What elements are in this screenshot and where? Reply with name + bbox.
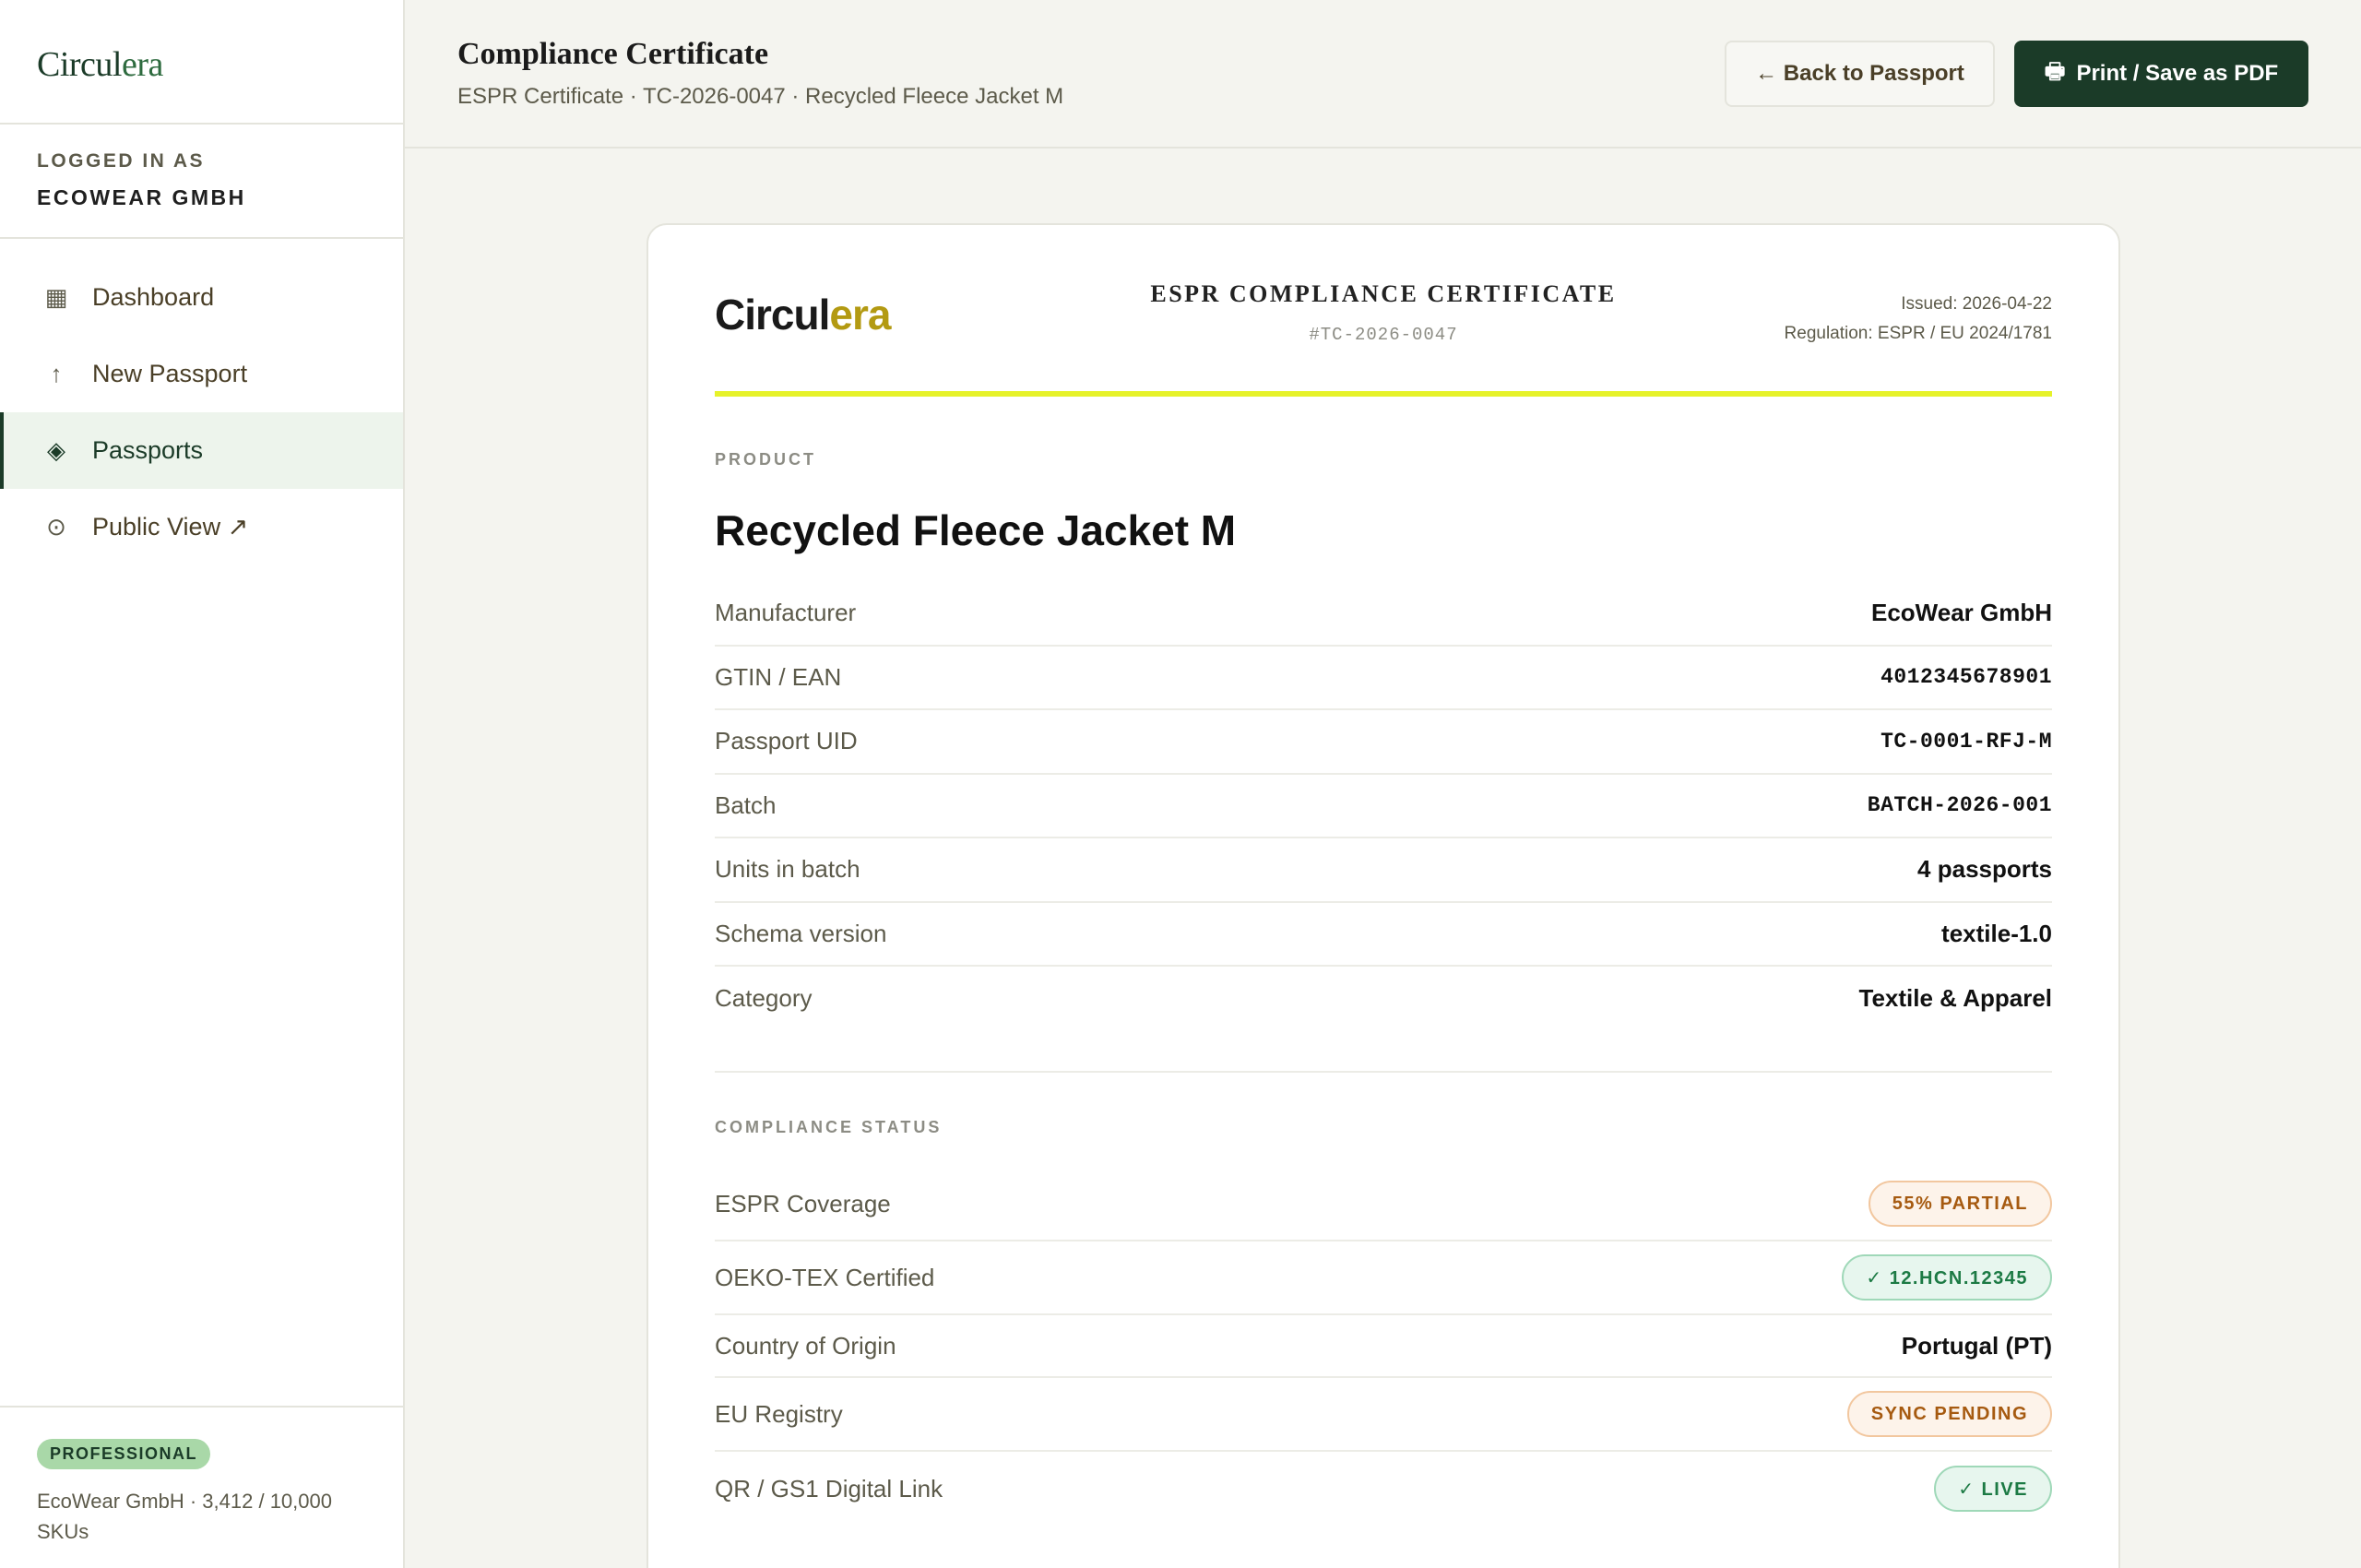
breadcrumb: ESPR Certificate · TC-2026-0047 · Recycl… — [457, 84, 1064, 109]
account-info: LOGGED IN AS ECOWEAR GMBH — [0, 125, 403, 239]
status-label: OEKO-TEX Certified — [715, 1263, 935, 1291]
logged-in-label: LOGGED IN AS — [37, 150, 206, 172]
grid-icon: ▦ — [44, 283, 68, 311]
sidebar-item-public-view[interactable]: ⊙ Public View ↗ — [0, 489, 403, 565]
status-badge: ✓ LIVE — [1934, 1466, 2052, 1512]
page-title: Compliance Certificate — [457, 37, 769, 71]
plan-info: PROFESSIONAL EcoWear GmbH · 3,412 / 10,0… — [0, 1406, 403, 1568]
usage-text: EcoWear GmbH · 3,412 / 10,000 SKUs — [37, 1490, 332, 1543]
issued-date: Issued: 2026-04-22 — [1901, 294, 2052, 314]
field-label: Schema version — [715, 919, 887, 947]
status-badge: SYNC PENDING — [1846, 1391, 2052, 1437]
field-label: Passport UID — [715, 727, 858, 755]
status-value: Portugal (PT) — [1901, 1331, 2052, 1360]
field-label: Batch — [715, 790, 777, 819]
brand-bar: Circulera — [0, 0, 403, 125]
table-row: QR / GS1 Digital Link ✓ LIVE — [715, 1452, 2052, 1526]
arrow-up-icon: ↑ — [50, 360, 63, 387]
table-row: GTIN / EAN 4012345678901 — [715, 647, 2052, 710]
status-label: EU Registry — [715, 1399, 843, 1428]
compliance-section-label: COMPLIANCE STATUS — [715, 1118, 943, 1136]
logo-text-suffix: era — [121, 45, 163, 84]
diamond-icon: ◈ — [47, 436, 65, 464]
table-row: Country of Origin Portugal (PT) — [715, 1315, 2052, 1378]
field-value: TC-0001-RFJ-M — [1880, 729, 2052, 754]
logo-text-prefix: Circul — [37, 45, 122, 84]
sidebar-item-passports[interactable]: ◈ Passports — [0, 412, 403, 489]
table-row: Passport UID TC-0001-RFJ-M — [715, 710, 2052, 775]
status-label: Country of Origin — [715, 1331, 896, 1360]
status-label: ESPR Coverage — [715, 1189, 891, 1218]
header-rule — [715, 391, 2052, 397]
certificate-card: Circulera ESPR COMPLIANCE CERTIFICATE #T… — [647, 223, 2120, 1568]
field-value: textile-1.0 — [1941, 919, 2052, 947]
plan-badge: PROFESSIONAL — [37, 1439, 211, 1469]
product-name: Recycled Fleece Jacket M — [715, 506, 1237, 554]
status-label: QR / GS1 Digital Link — [715, 1474, 943, 1503]
table-row: Batch BATCH-2026-001 — [715, 775, 2052, 838]
table-row: ESPR Coverage 55% PARTIAL — [715, 1168, 2052, 1241]
sidebar-item-new-passport[interactable]: ↑ New Passport — [0, 336, 403, 412]
certificate-meta: Issued: 2026-04-22 Regulation: ESPR / EU… — [1785, 290, 2052, 349]
section-divider — [715, 1071, 2052, 1073]
sidebar-item-label: New Passport — [92, 360, 248, 387]
product-section-label: PRODUCT — [715, 450, 816, 469]
table-row: Manufacturer EcoWear GmbH — [715, 582, 2052, 647]
company-name: ECOWEAR GMBH — [37, 185, 246, 209]
field-label: Units in batch — [715, 855, 860, 884]
compliance-status: ESPR Coverage 55% PARTIAL OEKO-TEX Certi… — [715, 1168, 2052, 1526]
app-logo[interactable]: Circulera — [37, 44, 403, 85]
status-badge: 55% PARTIAL — [1868, 1181, 2052, 1227]
table-row: Units in batch 4 passports — [715, 838, 2052, 903]
field-label: Category — [715, 984, 813, 1013]
status-badge: ✓ 12.HCN.12345 — [1842, 1254, 2052, 1301]
sidebar-item-label: Public View ↗ — [92, 513, 249, 540]
field-value: Textile & Apparel — [1858, 984, 2053, 1013]
table-row: EU Registry SYNC PENDING — [715, 1378, 2052, 1452]
printer-icon: 🖶 — [2044, 58, 2066, 84]
sidebar-item-label: Dashboard — [92, 283, 215, 311]
sidebar-item-dashboard[interactable]: ▦ Dashboard — [0, 259, 403, 336]
regulation: Regulation: ESPR / EU 2024/1781 — [1784, 324, 2052, 343]
target-icon: ⊙ — [46, 513, 66, 540]
sidebar-nav: ▦ Dashboard ↑ New Passport ◈ Passports ⊙… — [0, 259, 403, 565]
table-row: Category Textile & Apparel — [715, 967, 2052, 1031]
print-pdf-button[interactable]: 🖶 Print / Save as PDF — [2014, 41, 2308, 107]
page-header: Compliance Certificate ESPR Certificate … — [405, 0, 2361, 148]
field-value: BATCH-2026-001 — [1867, 793, 2052, 818]
table-row: OEKO-TEX Certified ✓ 12.HCN.12345 — [715, 1241, 2052, 1315]
field-value: 4012345678901 — [1880, 665, 2052, 690]
back-to-passport-button[interactable]: ← Back to Passport — [1725, 41, 1995, 107]
sidebar-item-label: Passports — [92, 436, 204, 464]
sidebar: Circulera LOGGED IN AS ECOWEAR GMBH ▦ Da… — [0, 0, 405, 1568]
table-row: Schema version textile-1.0 — [715, 903, 2052, 967]
field-label: GTIN / EAN — [715, 662, 842, 691]
field-label: Manufacturer — [715, 599, 857, 627]
field-value: 4 passports — [1917, 855, 2052, 884]
product-details: Manufacturer EcoWear GmbH GTIN / EAN 401… — [715, 582, 2052, 1031]
field-value: EcoWear GmbH — [1870, 599, 2052, 627]
print-button-label: Print / Save as PDF — [2076, 61, 2279, 86]
